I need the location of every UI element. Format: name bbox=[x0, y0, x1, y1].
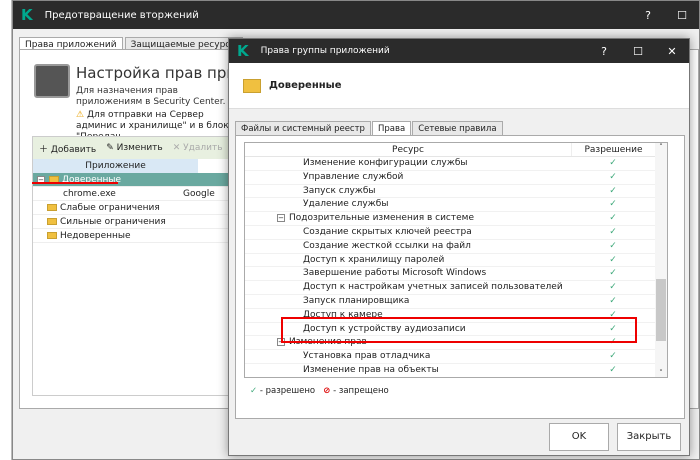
allowed-check-icon[interactable]: ✓ bbox=[571, 226, 655, 239]
resource-label: Доступ к настройкам учетных записей поль… bbox=[303, 282, 563, 293]
table-row[interactable]: − Подозрительные изменения в системе ✓ bbox=[245, 212, 667, 226]
warning-icon: ⚠ bbox=[76, 110, 85, 120]
resource-label: Изменение прав на объекты bbox=[303, 364, 439, 375]
list-item-low-restricted[interactable]: Слабые ограничения bbox=[33, 201, 251, 215]
rights-table: Ресурс Разрешение Изменение конфигурации … bbox=[244, 142, 668, 378]
kaspersky-logo-icon: K bbox=[237, 42, 249, 60]
maximize-icon[interactable]: ☐ bbox=[665, 9, 699, 22]
collapse-icon[interactable]: − bbox=[277, 213, 285, 222]
resource-label: Запуск службы bbox=[303, 185, 376, 196]
allowed-check-icon[interactable]: ✓ bbox=[571, 364, 655, 377]
tab-files-registry[interactable]: Файлы и системный реестр bbox=[235, 121, 371, 136]
resource-label: Запуск планировщика bbox=[303, 295, 410, 306]
allowed-icon: ✓ bbox=[250, 386, 258, 396]
resource-label: Установка прав отладчика bbox=[303, 351, 431, 362]
resource-label: Создание скрытых ключей реестра bbox=[303, 226, 472, 237]
scrollbar-thumb[interactable] bbox=[656, 279, 666, 341]
ok-button[interactable]: OK bbox=[549, 423, 609, 451]
help-icon[interactable]: ? bbox=[631, 9, 665, 22]
table-row[interactable]: Доступ к настройкам учетных записей поль… bbox=[245, 281, 667, 295]
allowed-check-icon[interactable]: ✓ bbox=[571, 281, 655, 294]
table-row[interactable]: Завершение работы Microsoft Windows ✓ bbox=[245, 267, 667, 282]
folder-icon bbox=[47, 204, 57, 211]
column-header-permission[interactable]: Разрешение bbox=[571, 143, 655, 156]
highlight-box bbox=[281, 317, 637, 343]
add-button[interactable]: ＋ Добавить bbox=[39, 142, 96, 155]
allowed-check-icon[interactable]: ✓ bbox=[571, 157, 655, 170]
resource-label: Удаление службы bbox=[303, 199, 389, 210]
allowed-check-icon[interactable]: ✓ bbox=[571, 185, 655, 198]
allowed-check-icon[interactable]: ✓ bbox=[571, 350, 655, 363]
group-rights-dialog: K Права группы приложений ? ☐ ✕ Доверенные… bbox=[228, 38, 690, 456]
background-window-edge bbox=[0, 0, 12, 460]
group-name: Доверенные bbox=[269, 80, 342, 91]
kaspersky-logo-icon: K bbox=[21, 6, 33, 24]
resource-label: Изменение конфигурации службы bbox=[303, 158, 468, 168]
allowed-check-icon[interactable]: ✓ bbox=[571, 171, 655, 184]
maximize-icon[interactable]: ☐ bbox=[621, 45, 655, 58]
allowed-check-icon[interactable]: ✓ bbox=[571, 240, 655, 253]
dialog-title-bar: K Права группы приложений ? ☐ ✕ bbox=[229, 39, 689, 63]
column-header-resource[interactable]: Ресурс bbox=[245, 143, 571, 156]
tab-network-rules[interactable]: Сетевые правила bbox=[412, 121, 503, 136]
tab-rights[interactable]: Права bbox=[371, 121, 412, 136]
resource-label: Подозрительные изменения в системе bbox=[289, 213, 474, 224]
list-item-high-restricted[interactable]: Сильные ограничения bbox=[33, 215, 251, 229]
window-title: Предотвращение вторжений bbox=[44, 9, 199, 21]
close-button[interactable]: Закрыть bbox=[617, 423, 681, 451]
table-row[interactable]: Доступ к хранилищу паролей ✓ bbox=[245, 254, 667, 268]
table-row[interactable]: Изменение прав на объекты ✓ bbox=[245, 364, 667, 377]
list-item-chrome[interactable]: chrome.exe Google bbox=[33, 187, 251, 201]
list-item-trusted[interactable]: − Доверенные bbox=[33, 173, 251, 187]
column-header-app[interactable]: Приложение bbox=[33, 159, 198, 173]
resource-label: Завершение работы Microsoft Windows bbox=[303, 268, 487, 279]
folder-icon bbox=[243, 78, 261, 93]
title-bar: K Предотвращение вторжений ? ☐ bbox=[13, 1, 699, 29]
dialog-title: Права группы приложений bbox=[260, 46, 390, 56]
folder-icon bbox=[47, 232, 57, 239]
description: Для назначения прав приложениям в Securi… bbox=[76, 86, 226, 107]
table-row[interactable]: Управление службой ✓ bbox=[245, 171, 667, 185]
allowed-check-icon[interactable]: ✓ bbox=[571, 295, 655, 308]
list-item-untrusted[interactable]: Недоверенные bbox=[33, 229, 251, 243]
allowed-check-icon[interactable]: ✓ bbox=[571, 254, 655, 267]
resource-label: Создание жесткой ссылки на файл bbox=[303, 240, 471, 251]
close-icon[interactable]: ✕ bbox=[655, 45, 689, 58]
table-row[interactable]: Запуск службы ✓ bbox=[245, 185, 667, 199]
table-row[interactable]: Создание жесткой ссылки на файл ✓ bbox=[245, 240, 667, 254]
table-row[interactable]: Запуск планировщика ✓ bbox=[245, 295, 667, 309]
highlight-underline bbox=[32, 182, 118, 184]
allowed-check-icon[interactable]: ✓ bbox=[571, 198, 655, 211]
resource-label: Доступ к хранилищу паролей bbox=[303, 254, 445, 265]
delete-button[interactable]: ✕ Удалить bbox=[173, 143, 223, 153]
folder-icon bbox=[47, 218, 57, 225]
settings-panel-icon bbox=[34, 64, 70, 98]
table-row[interactable]: Установка прав отладчика ✓ bbox=[245, 350, 667, 364]
app-group-list: ＋ Добавить ✎ Изменить ✕ Удалить Приложен… bbox=[32, 136, 252, 396]
legend: ✓ - разрешено ⊘ - запрещено bbox=[250, 386, 389, 396]
allowed-check-icon[interactable]: ✓ bbox=[571, 212, 655, 225]
allowed-check-icon[interactable]: ✓ bbox=[571, 267, 655, 280]
resource-label: Управление службой bbox=[303, 171, 404, 182]
table-row[interactable]: Удаление службы ✓ bbox=[245, 198, 667, 213]
edit-button[interactable]: ✎ Изменить bbox=[106, 143, 163, 153]
rights-panel: Ресурс Разрешение Изменение конфигурации … bbox=[235, 135, 685, 419]
denied-icon: ⊘ bbox=[323, 386, 331, 396]
table-row[interactable]: Создание скрытых ключей реестра ✓ bbox=[245, 226, 667, 240]
help-icon[interactable]: ? bbox=[587, 45, 621, 58]
table-row[interactable]: Изменение конфигурации службы ✓ bbox=[245, 157, 667, 171]
scrollbar[interactable]: ˄ ˅ bbox=[655, 143, 667, 377]
